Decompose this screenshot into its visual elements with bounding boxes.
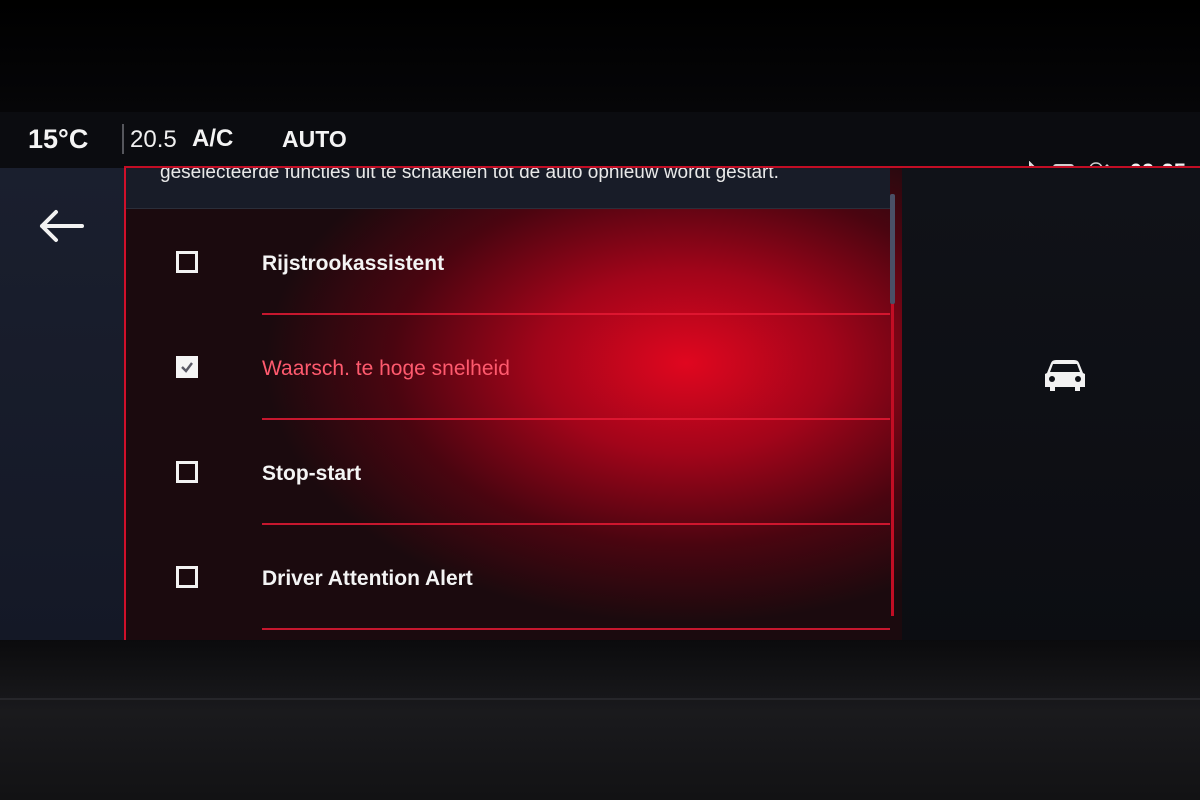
car-icon	[1042, 357, 1088, 400]
list-item-speed-warning[interactable]: Waarsch. te hoge snelheid	[126, 315, 890, 420]
back-arrow-icon	[38, 209, 84, 248]
item-label: Waarsch. te hoge snelheid	[262, 357, 510, 380]
row-divider	[262, 628, 890, 630]
scrollbar-thumb[interactable]	[890, 194, 895, 304]
outside-temperature: 15°C	[28, 124, 89, 154]
checkbox-speed-warning[interactable]	[176, 356, 198, 378]
climate-status-bar: 15°C 20.5 A/C AUTO 4G 09:25	[0, 112, 1200, 184]
item-label: Rijstrookassistent	[262, 252, 445, 275]
cabin-temperature[interactable]: 20.5	[130, 126, 177, 154]
vehicle-button[interactable]	[1040, 358, 1090, 398]
list-description: geselecteerde functies uit te schakelen …	[126, 168, 890, 209]
infotainment-screen: 15°C 20.5 A/C AUTO 4G 09:25 geselect	[0, 112, 1200, 657]
description-text: geselecteerde functies uit te schakelen …	[160, 168, 779, 183]
temperature-separator	[122, 124, 124, 154]
screen-bezel-bottom	[0, 640, 1200, 800]
right-panel	[902, 168, 1200, 657]
item-label: Driver Attention Alert	[262, 567, 473, 590]
checkbox-driver-attention[interactable]	[176, 566, 198, 588]
settings-list: geselecteerde functies uit te schakelen …	[124, 168, 904, 657]
ac-button[interactable]: A/C	[192, 125, 233, 153]
screen-bezel-top	[0, 0, 1200, 112]
checkbox-lane-assist[interactable]	[176, 251, 198, 273]
auto-climate-button[interactable]: AUTO	[282, 126, 347, 153]
list-item-lane-assist[interactable]: Rijstrookassistent	[126, 210, 890, 315]
checkbox-stop-start[interactable]	[176, 461, 198, 483]
list-item-driver-attention[interactable]: Driver Attention Alert	[126, 525, 890, 630]
left-nav-panel	[0, 168, 132, 657]
item-label: Stop-start	[262, 462, 362, 485]
back-button[interactable]	[36, 208, 86, 248]
list-item-stop-start[interactable]: Stop-start	[126, 420, 890, 525]
